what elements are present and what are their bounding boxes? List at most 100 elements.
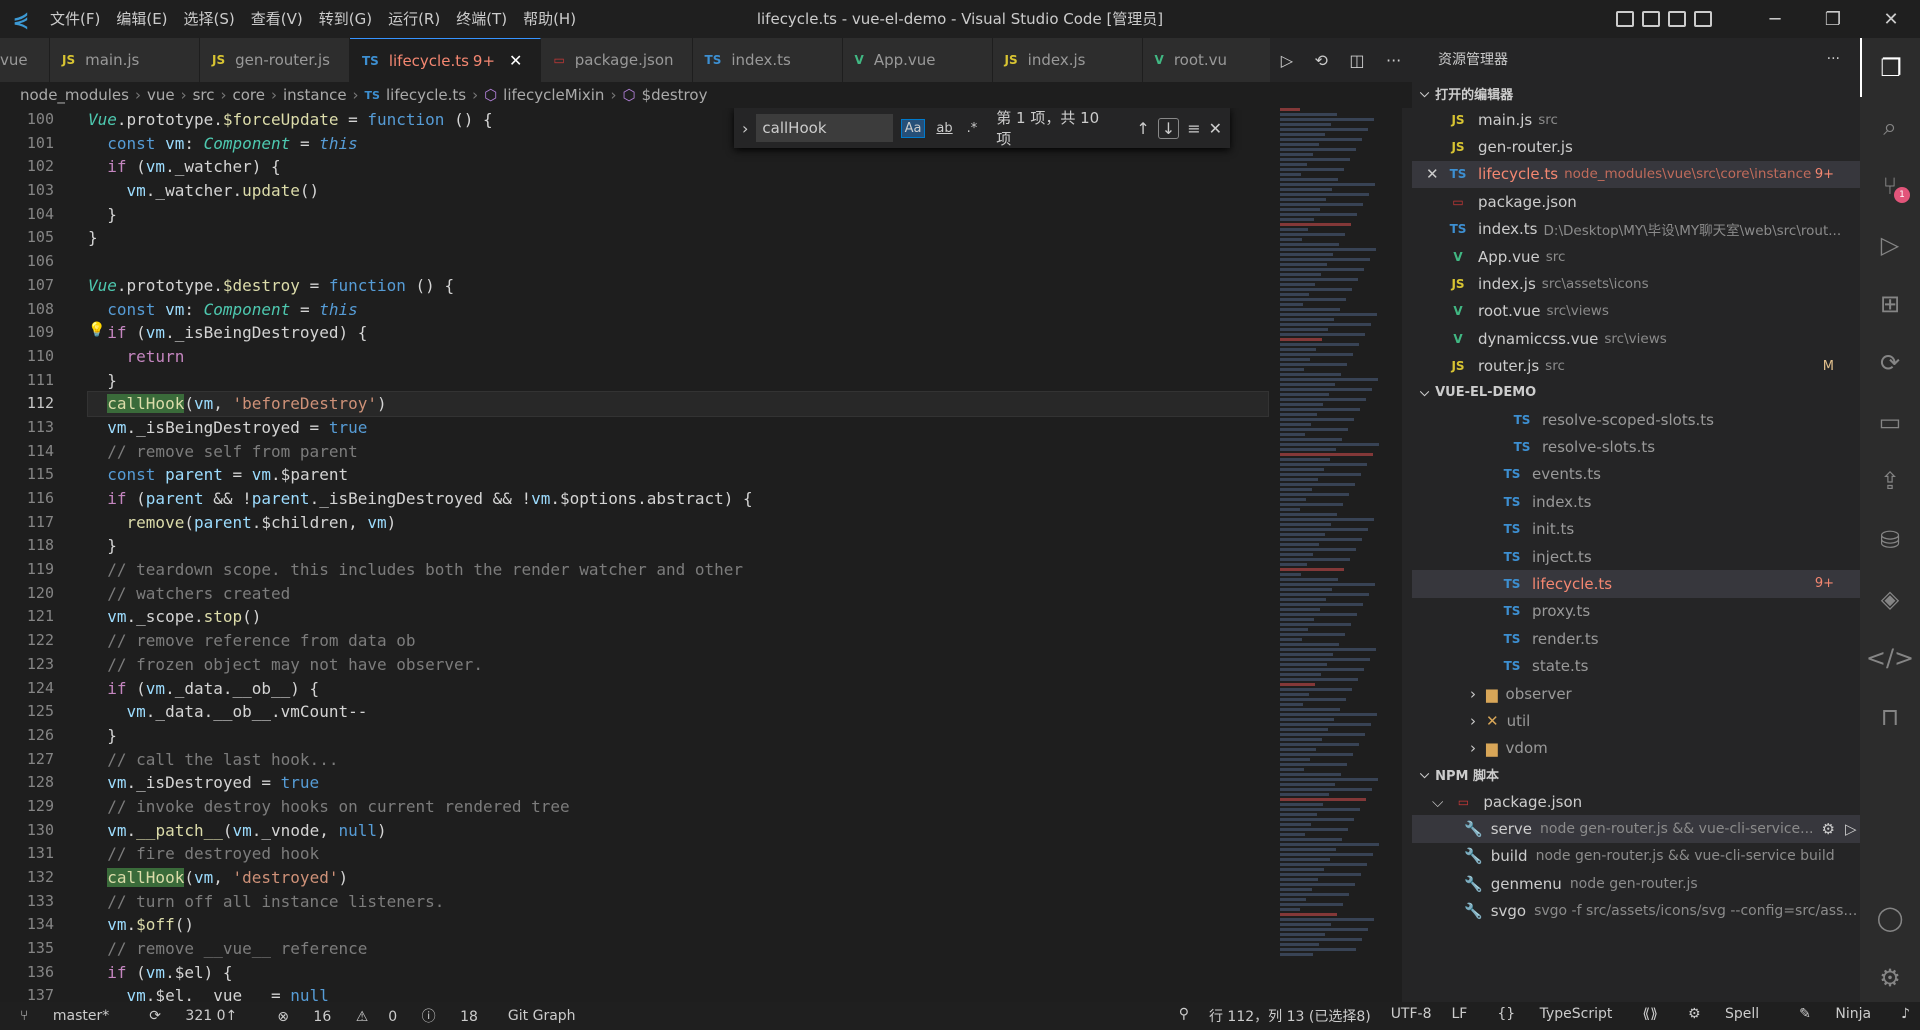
database-icon[interactable]: ⛁: [1860, 510, 1920, 569]
use-regex-button[interactable]: .*: [964, 120, 981, 137]
minimap[interactable]: [1280, 108, 1402, 1002]
project-section[interactable]: ⌵ VUE-EL-DEMO: [1412, 380, 1860, 406]
more-actions-icon[interactable]: ···: [1827, 51, 1840, 67]
run-icon[interactable]: ▷: [1281, 51, 1293, 70]
split-editor-icon[interactable]: ◫: [1349, 51, 1364, 70]
toggle-primary-sidebar-icon[interactable]: [1616, 11, 1634, 27]
remote-icon[interactable]: ⟳: [1860, 333, 1920, 392]
menu-run[interactable]: 运行(R): [380, 0, 448, 38]
layers-icon[interactable]: ◈: [1860, 569, 1920, 628]
toggle-secondary-sidebar-icon[interactable]: [1668, 11, 1686, 27]
close-tab-icon[interactable]: ✕: [509, 51, 522, 70]
cursor-position[interactable]: 行 112，列 13 (已选择8): [1209, 1006, 1371, 1026]
deploy-icon[interactable]: ⇪: [1860, 451, 1920, 510]
tab-gen-router-js[interactable]: JS gen-router.js: [200, 38, 350, 82]
breadcrumb-item[interactable]: core: [233, 86, 266, 104]
spell-status[interactable]: ⚙ Spell: [1678, 1006, 1769, 1026]
code-editor[interactable]: 100 101 102 103 104 105 106 107 108 109 110 111 112 1…: [0, 108, 1412, 1002]
tree-file-item[interactable]: TS render.ts: [1412, 625, 1860, 652]
next-match-icon[interactable]: ↓: [1157, 117, 1180, 139]
npm-scripts-section[interactable]: ⌵ NPM 脚本: [1412, 762, 1860, 788]
open-editor-item[interactable]: JS gen-router.js: [1412, 133, 1860, 160]
explorer-icon[interactable]: ❐: [1860, 38, 1920, 97]
previous-match-icon[interactable]: ↑: [1136, 119, 1149, 138]
menu-edit[interactable]: 编辑(E): [108, 0, 175, 38]
breadcrumb-item[interactable]: lifecycle.ts: [386, 86, 466, 104]
minimize-button[interactable]: ─: [1746, 9, 1804, 30]
tree-file-item[interactable]: TS lifecycle.ts 9+: [1412, 570, 1860, 598]
account-icon[interactable]: ◯: [1860, 888, 1920, 947]
close-editor-icon[interactable]: ✕: [1426, 165, 1439, 183]
breadcrumb-item[interactable]: lifecycleMixin: [503, 86, 604, 104]
open-editor-item[interactable]: ▭ package.json: [1412, 188, 1860, 215]
timeline-icon[interactable]: ⟲: [1315, 51, 1328, 70]
open-editor-item[interactable]: Vdynamiccss.vue src\views: [1412, 325, 1860, 352]
notifications-bell-icon[interactable]: ♪: [1901, 1006, 1910, 1026]
find-in-selection-icon[interactable]: ≡: [1187, 119, 1200, 138]
open-editor-item[interactable]: JS index.js src\assets\icons: [1412, 270, 1860, 297]
close-window-button[interactable]: ✕: [1862, 9, 1920, 30]
breadcrumb-item[interactable]: instance: [283, 86, 347, 104]
breadcrumb-item[interactable]: vue: [147, 86, 175, 104]
tree-file-item[interactable]: TS resolve-slots.ts: [1412, 433, 1860, 460]
more-actions-icon[interactable]: ···: [1386, 51, 1401, 70]
problems-status[interactable]: ⊗ 16 ⚠ 0 ⓘ 18: [267, 1006, 488, 1026]
tree-folder-item[interactable]: › ✕ util: [1412, 707, 1860, 734]
menu-help[interactable]: 帮助(H): [515, 0, 584, 38]
tree-file-item[interactable]: TS proxy.ts: [1412, 598, 1860, 625]
tab-index-js[interactable]: JS index.js: [992, 38, 1143, 82]
editor-scrollbar[interactable]: [1402, 108, 1412, 1002]
tree-file-item[interactable]: TS events.ts: [1412, 461, 1860, 488]
tree-file-item[interactable]: TS state.ts: [1412, 652, 1860, 679]
close-find-icon[interactable]: ✕: [1209, 119, 1222, 138]
npm-package-item[interactable]: ⌵ ▭ package.json: [1412, 788, 1860, 815]
menu-terminal[interactable]: 终端(T): [448, 0, 515, 38]
npm-script-item[interactable]: 🔧 genmenu node gen-router.js: [1412, 870, 1860, 897]
bookmark-icon[interactable]: ⊓: [1860, 687, 1920, 746]
open-editor-item[interactable]: TS index.ts D:\Desktop\MY\毕设\MY聊天室\web\src…: [1412, 216, 1860, 243]
sync-status[interactable]: ⟳ 321 0↑: [139, 1008, 247, 1024]
match-whole-word-button[interactable]: ab: [933, 120, 955, 137]
open-editor-item[interactable]: ✕ TS lifecycle.ts node_modules\vue\src\core…: [1412, 160, 1860, 189]
open-editor-item[interactable]: JS main.js src: [1412, 106, 1860, 133]
git-graph-button[interactable]: Git Graph: [508, 1008, 576, 1024]
find-input[interactable]: callHook: [756, 114, 893, 142]
ninja-status[interactable]: ✎ Ninja: [1789, 1006, 1881, 1026]
tab-main-js[interactable]: JS main.js: [50, 38, 200, 82]
tab-lifecycle-ts[interactable]: TS lifecycle.ts 9+ ✕: [350, 38, 542, 82]
run-debug-icon[interactable]: ▷: [1860, 215, 1920, 274]
breadcrumb-item[interactable]: node_modules: [20, 86, 129, 104]
menu-view[interactable]: 查看(V): [243, 0, 311, 38]
folder-icon[interactable]: ▭: [1860, 392, 1920, 451]
breadcrumb-item[interactable]: $destroy: [642, 86, 708, 104]
eol-status[interactable]: LF: [1452, 1006, 1468, 1026]
breadcrumb-item[interactable]: src: [193, 86, 215, 104]
tree-file-item[interactable]: TS inject.ts: [1412, 543, 1860, 570]
maximize-button[interactable]: ❐: [1804, 9, 1862, 30]
code-icon[interactable]: </>: [1860, 628, 1920, 687]
tab-vue[interactable]: vue: [0, 38, 50, 82]
menu-go[interactable]: 转到(G): [311, 0, 380, 38]
tree-file-item[interactable]: TS index.ts: [1412, 488, 1860, 515]
tree-file-item[interactable]: TS resolve-scoped-slots.ts: [1412, 406, 1860, 433]
tree-folder-item[interactable]: › ▆ vdom: [1412, 735, 1860, 762]
tree-file-item[interactable]: TS init.ts: [1412, 515, 1860, 542]
npm-script-item[interactable]: 🔧 serve node gen-router.js && vue-cli-serv…: [1412, 815, 1860, 843]
tab-package-json[interactable]: ▭ package.json: [541, 38, 693, 82]
run-script-icon[interactable]: ▷: [1845, 820, 1857, 838]
open-editor-item[interactable]: V App.vue src: [1412, 243, 1860, 270]
match-case-button[interactable]: Aa: [900, 118, 926, 138]
menu-file[interactable]: 文件(F): [42, 0, 108, 38]
npm-script-item[interactable]: 🔧 svgo svgo -f src/assets/icons/svg --conf…: [1412, 898, 1860, 925]
open-editor-item[interactable]: JS router.js src M: [1412, 353, 1860, 380]
toggle-replace-icon[interactable]: ›: [742, 119, 748, 138]
location-pin-icon[interactable]: ⚲: [1179, 1006, 1189, 1026]
menu-selection[interactable]: 选择(S): [176, 0, 243, 38]
debug-script-icon[interactable]: ⚙: [1822, 820, 1835, 838]
tree-folder-item[interactable]: › ▆ observer: [1412, 680, 1860, 707]
toggle-panel-icon[interactable]: [1642, 11, 1660, 27]
open-editors-section[interactable]: ⌵ 打开的编辑器: [1412, 80, 1860, 106]
search-icon[interactable]: ⌕: [1860, 97, 1920, 156]
settings-gear-icon[interactable]: ⚙: [1860, 948, 1920, 1007]
npm-script-item[interactable]: 🔧 build node gen-router.js && vue-cli-serv…: [1412, 843, 1860, 870]
